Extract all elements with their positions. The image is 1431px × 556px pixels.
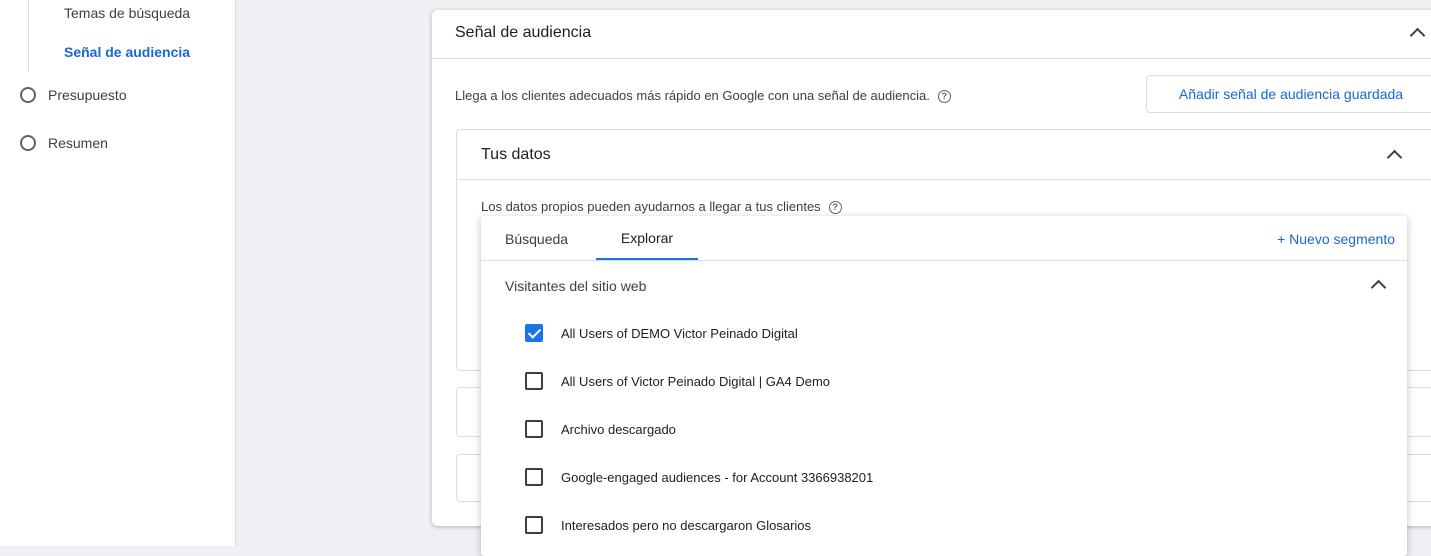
card-description: Llega a los clientes adecuados más rápid… bbox=[455, 88, 951, 103]
step-label: Presupuesto bbox=[48, 87, 127, 103]
checkbox[interactable] bbox=[525, 420, 543, 438]
section-title: Visitantes del sitio web bbox=[505, 278, 647, 294]
card-title: Señal de audiencia bbox=[455, 24, 592, 41]
list-item[interactable]: Interesados pero no descargaron Glosario… bbox=[525, 516, 811, 534]
help-icon[interactable]: ? bbox=[828, 201, 842, 214]
item-label: Interesados pero no descargaron Glosario… bbox=[561, 517, 812, 533]
new-segment-link[interactable]: + Nuevo segmento bbox=[1277, 231, 1395, 247]
step-label: Resumen bbox=[48, 135, 108, 151]
your-data-description: Los datos propios pueden ayudarnos a lle… bbox=[481, 199, 842, 214]
checkbox[interactable] bbox=[525, 516, 543, 534]
divider bbox=[432, 58, 1431, 59]
description-text: Los datos propios pueden ayudarnos a lle… bbox=[481, 199, 821, 214]
divider bbox=[457, 179, 1431, 180]
checkbox-checked[interactable] bbox=[525, 324, 543, 342]
sidebar-item-temas[interactable]: Temas de búsqueda bbox=[64, 5, 190, 21]
step-circle-icon bbox=[20, 87, 36, 103]
item-label: Google-engaged audiences - for Account 3… bbox=[561, 469, 874, 485]
list-item[interactable]: Google-engaged audiences - for Account 3… bbox=[525, 468, 873, 486]
list-item[interactable]: All Users of DEMO Victor Peinado Digital bbox=[525, 324, 798, 342]
your-data-title: Tus datos bbox=[481, 146, 551, 163]
step-circle-icon bbox=[20, 135, 36, 151]
list-item[interactable]: Archivo descargado bbox=[525, 420, 676, 438]
help-icon[interactable]: ? bbox=[937, 90, 951, 103]
collapse-chevron-icon[interactable] bbox=[1409, 27, 1426, 44]
list-item[interactable]: All Users of Victor Peinado Digital | GA… bbox=[525, 372, 830, 390]
tab-busqueda[interactable]: Búsqueda bbox=[505, 231, 568, 247]
checkbox[interactable] bbox=[525, 468, 543, 486]
add-saved-signal-button[interactable]: Añadir señal de audiencia guardada bbox=[1146, 75, 1431, 113]
sidebar-step-resumen[interactable]: Resumen bbox=[20, 135, 108, 151]
collapse-chevron-icon[interactable] bbox=[1370, 279, 1387, 296]
checkbox[interactable] bbox=[525, 372, 543, 390]
item-label: All Users of Victor Peinado Digital | GA… bbox=[561, 373, 831, 389]
divider bbox=[481, 260, 1407, 261]
step-connector bbox=[28, 0, 29, 72]
sidebar-item-senal-active[interactable]: Señal de audiencia bbox=[64, 44, 190, 60]
item-label: All Users of DEMO Victor Peinado Digital bbox=[561, 325, 798, 341]
segment-picker-popup: Búsqueda Explorar + Nuevo segmento Visit… bbox=[481, 216, 1407, 556]
item-label: Archivo descargado bbox=[561, 421, 676, 437]
collapse-chevron-icon[interactable] bbox=[1386, 149, 1403, 166]
sidebar: Temas de búsqueda Señal de audiencia Pre… bbox=[0, 0, 236, 546]
description-text: Llega a los clientes adecuados más rápid… bbox=[455, 88, 930, 103]
tab-explorar[interactable]: Explorar bbox=[596, 216, 698, 260]
sidebar-step-presupuesto[interactable]: Presupuesto bbox=[20, 87, 127, 103]
